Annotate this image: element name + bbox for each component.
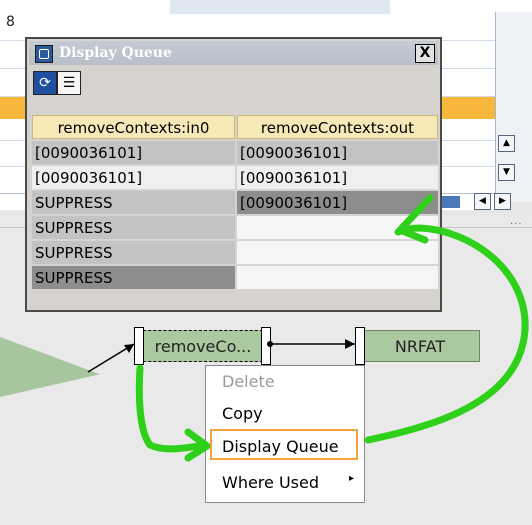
annotation-overlay	[87, 194, 529, 462]
connector-arrow	[345, 339, 355, 349]
annotation-arrow-right	[364, 224, 529, 444]
annotation-arrowhead-right	[396, 194, 434, 244]
connector-dot	[267, 341, 273, 347]
